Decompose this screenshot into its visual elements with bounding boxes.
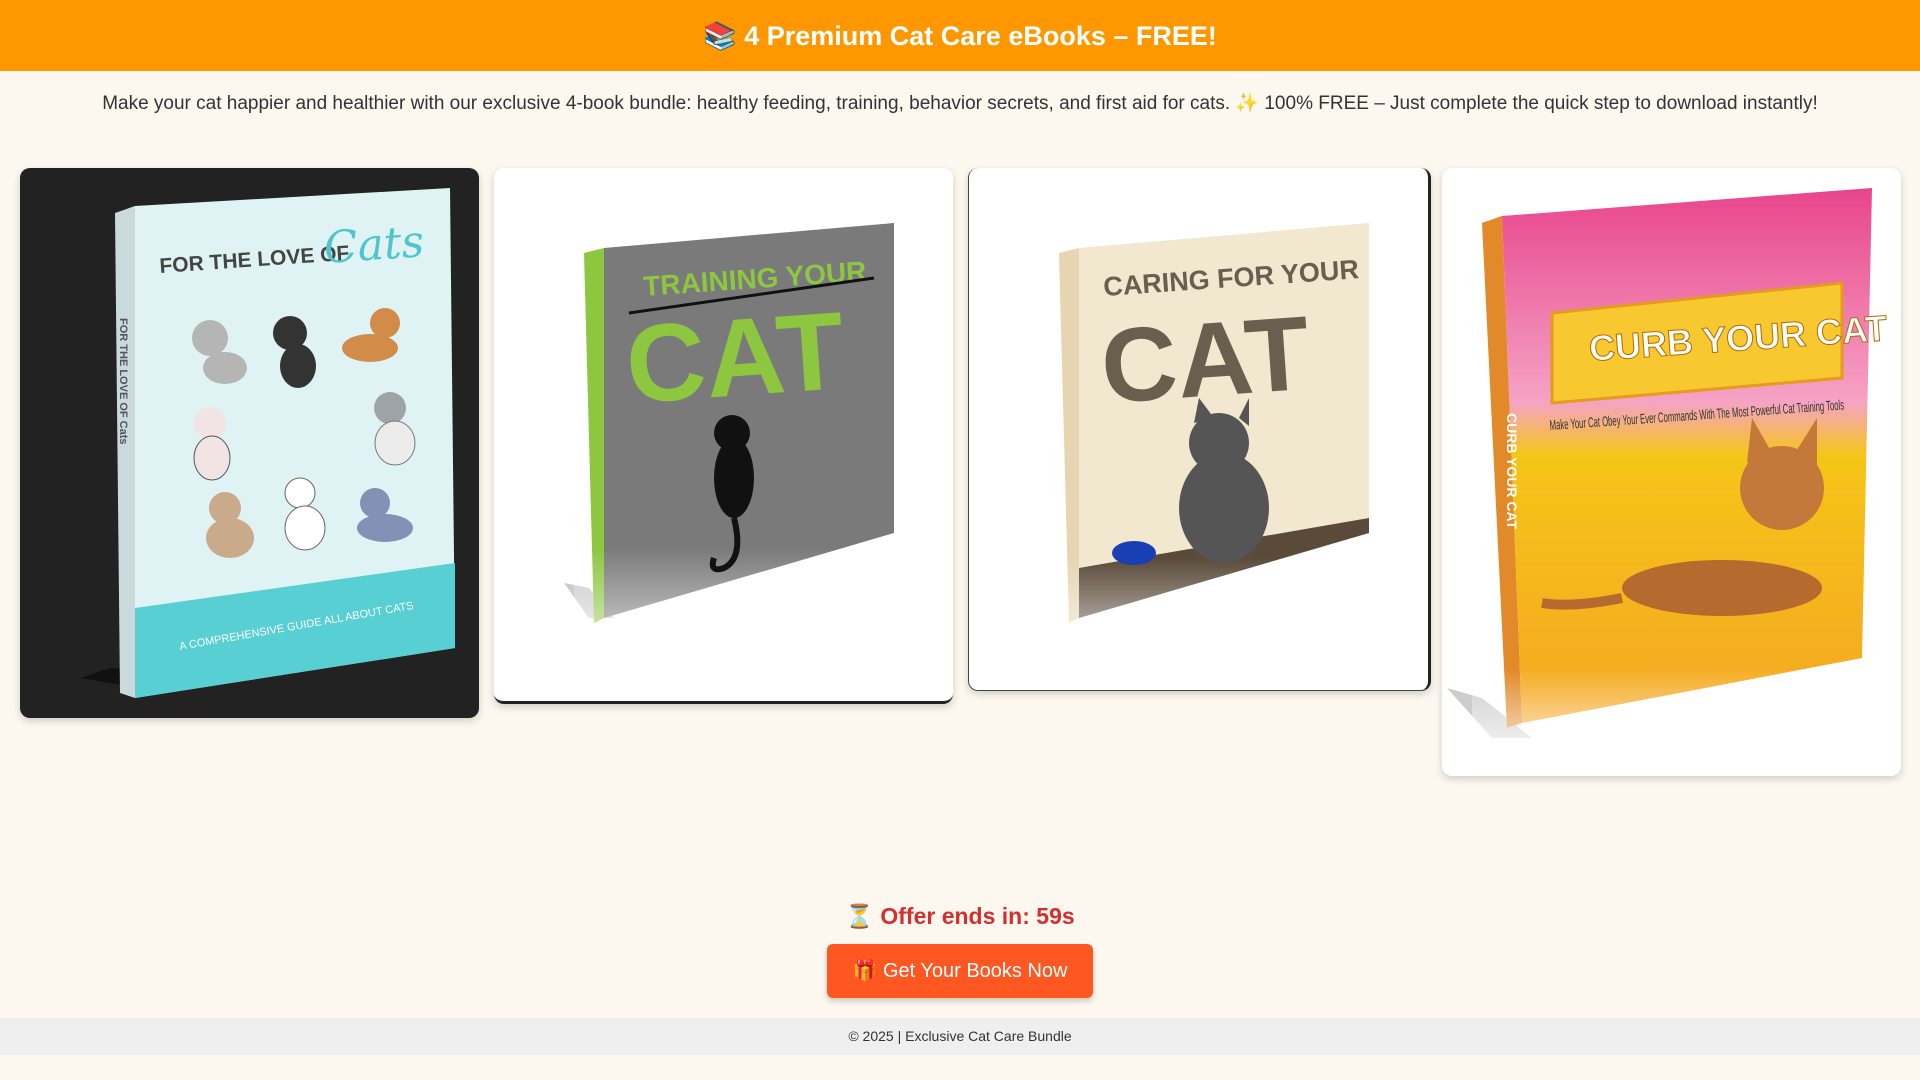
- cta-container: 🎁 Get Your Books Now: [0, 944, 1920, 998]
- book-card-training-your-cat: TRAINING YOUR CAT: [494, 168, 953, 704]
- book-gallery: FOR THE LOVE OF Cats A COMPREHENSIVE GUI…: [0, 119, 1920, 776]
- book-card-caring-for-your-cat: CARING FOR YOUR CAT: [968, 168, 1431, 691]
- book-cover-training-your-cat: TRAINING YOUR CAT: [564, 223, 914, 698]
- intro-text: Make your cat happier and healthier with…: [102, 93, 1818, 114]
- page-footer: © 2025 | Exclusive Cat Care Bundle: [0, 1018, 1920, 1055]
- footer-text: © 2025 | Exclusive Cat Care Bundle: [848, 1028, 1072, 1044]
- get-books-button[interactable]: 🎁 Get Your Books Now: [827, 944, 1093, 998]
- book-cover-caring-for-your-cat: CARING FOR YOUR CAT: [1049, 223, 1389, 688]
- book-cover-curb-your-cat: CURB YOUR CAT Make Your Cat Obey Your Ev…: [1447, 188, 1892, 776]
- book-card-love-of-cats: FOR THE LOVE OF Cats A COMPREHENSIVE GUI…: [20, 168, 479, 718]
- page-title: 📚 4 Premium Cat Care eBooks – FREE!: [703, 20, 1217, 51]
- page-header: 📚 4 Premium Cat Care eBooks – FREE!: [0, 0, 1920, 71]
- cover-spine: CURB YOUR CAT: [1504, 413, 1520, 530]
- cover-spine: FOR THE LOVE OF Cats: [117, 318, 129, 445]
- book-cover-love-of-cats: FOR THE LOVE OF Cats A COMPREHENSIVE GUI…: [80, 188, 455, 698]
- book-card-curb-your-cat: CURB YOUR CAT Make Your Cat Obey Your Ev…: [1442, 168, 1901, 776]
- cover-accent: CAT: [622, 289, 848, 427]
- countdown-timer: ⏳ Offer ends in: 59s: [845, 903, 1075, 929]
- cover-accent: Cats: [322, 216, 425, 274]
- cover-accent: CAT: [1097, 295, 1313, 426]
